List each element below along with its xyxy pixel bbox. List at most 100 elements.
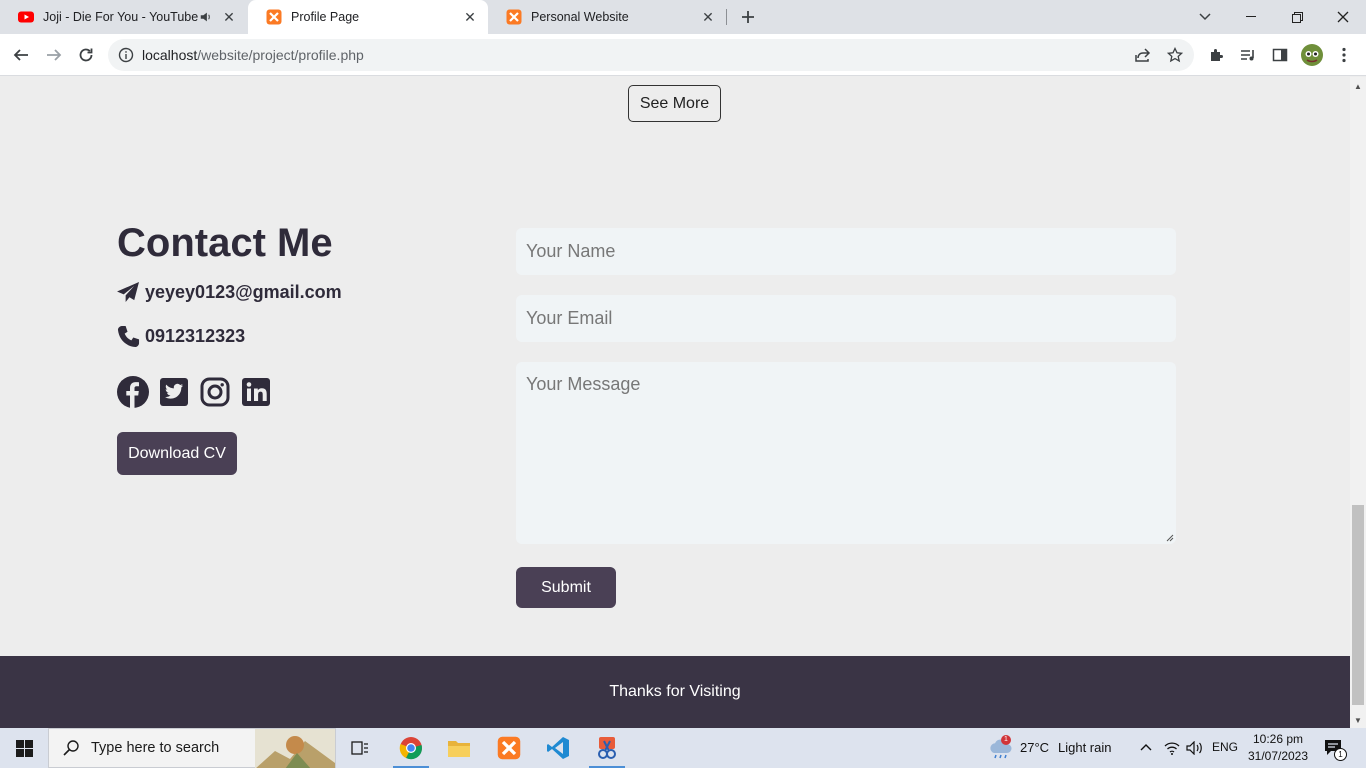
taskbar-clock[interactable]: 10:26 pm 31/07/2023 bbox=[1240, 731, 1316, 765]
new-tab-button[interactable] bbox=[736, 5, 760, 29]
taskbar-vscode[interactable] bbox=[534, 728, 582, 768]
scissors-icon bbox=[598, 737, 616, 759]
scroll-up-arrow[interactable]: ▲ bbox=[1350, 79, 1366, 93]
message-textarea[interactable] bbox=[516, 362, 1176, 544]
xampp-icon bbox=[266, 9, 282, 25]
close-tab-icon[interactable]: ✕ bbox=[700, 9, 716, 25]
menu-button[interactable] bbox=[1332, 43, 1356, 67]
info-icon[interactable] bbox=[118, 47, 134, 63]
search-highlight-image bbox=[255, 729, 335, 768]
restore-icon bbox=[1291, 11, 1303, 23]
search-placeholder: Type here to search bbox=[91, 740, 220, 756]
scroll-thumb[interactable] bbox=[1352, 505, 1364, 705]
close-tab-icon[interactable]: ✕ bbox=[221, 9, 237, 25]
taskbar-search[interactable]: Type here to search bbox=[48, 728, 336, 768]
email-text: yeyey0123@gmail.com bbox=[145, 282, 342, 302]
see-more-button[interactable]: See More bbox=[628, 85, 721, 122]
close-window-button[interactable] bbox=[1320, 0, 1366, 34]
tab-title: Profile Page bbox=[291, 10, 360, 24]
taskbar-snipping-tool[interactable] bbox=[583, 728, 631, 768]
volume-icon[interactable] bbox=[1186, 741, 1204, 755]
chevron-up-icon[interactable] bbox=[1140, 743, 1152, 751]
media-controls-button[interactable] bbox=[1236, 43, 1260, 67]
minimize-icon bbox=[1246, 16, 1256, 17]
tab-title: Personal Website bbox=[531, 10, 629, 24]
taskbar-file-explorer[interactable] bbox=[435, 728, 483, 768]
scroll-down-arrow[interactable]: ▼ bbox=[1350, 713, 1366, 727]
arrow-left-icon bbox=[13, 49, 28, 61]
xampp-icon bbox=[497, 736, 521, 760]
page-scrollbar[interactable]: ▲ ▼ bbox=[1350, 77, 1366, 728]
weather-badge: 1 bbox=[1001, 735, 1011, 745]
footer-text: Thanks for Visiting bbox=[609, 683, 741, 700]
start-button[interactable] bbox=[0, 728, 48, 768]
download-cv-button[interactable]: Download CV bbox=[117, 432, 237, 475]
tab-divider bbox=[726, 9, 727, 25]
weather-temp[interactable]: 27°C bbox=[1020, 740, 1049, 755]
share-icon[interactable] bbox=[1135, 47, 1151, 63]
facebook-icon[interactable] bbox=[117, 376, 149, 408]
playlist-icon bbox=[1241, 50, 1254, 61]
minimize-button[interactable] bbox=[1228, 0, 1274, 34]
taskbar-xampp[interactable] bbox=[485, 728, 533, 768]
notification-count: 1 bbox=[1334, 748, 1347, 761]
side-panel-icon bbox=[1272, 48, 1288, 62]
instagram-icon[interactable] bbox=[199, 376, 231, 408]
clock-date: 31/07/2023 bbox=[1247, 749, 1309, 763]
phone-icon bbox=[117, 325, 140, 348]
submit-button[interactable]: Submit bbox=[516, 567, 616, 608]
xampp-icon bbox=[506, 9, 522, 25]
windows-icon bbox=[15, 739, 33, 757]
url-host: localhost bbox=[142, 47, 198, 63]
folder-icon bbox=[448, 741, 470, 757]
contact-title: Contact Me bbox=[117, 221, 333, 265]
linkedin-icon[interactable] bbox=[240, 376, 272, 408]
url-text: localhost/website/project/profile.php bbox=[142, 47, 364, 63]
tab-youtube[interactable]: Joji - Die For You - YouTube ✕ bbox=[0, 0, 247, 34]
paper-plane-icon bbox=[117, 282, 139, 303]
close-icon bbox=[1337, 11, 1349, 23]
extensions-button[interactable] bbox=[1204, 43, 1228, 67]
twitter-icon[interactable] bbox=[158, 376, 190, 408]
reload-icon bbox=[79, 48, 93, 62]
wifi-icon[interactable] bbox=[1164, 741, 1180, 755]
youtube-icon bbox=[18, 11, 34, 23]
avatar bbox=[1301, 44, 1323, 66]
footer: Thanks for Visiting bbox=[0, 656, 1350, 728]
close-tab-icon[interactable]: ✕ bbox=[462, 9, 478, 25]
clock-time: 10:26 pm bbox=[1252, 732, 1304, 746]
task-view-button[interactable] bbox=[336, 728, 384, 768]
search-icon bbox=[63, 740, 79, 756]
page-viewport: See More Contact Me yeyey0123@gmail.com … bbox=[0, 77, 1350, 728]
profile-avatar-button[interactable] bbox=[1300, 43, 1324, 67]
contact-email: yeyey0123@gmail.com bbox=[117, 282, 342, 303]
social-links bbox=[117, 376, 281, 408]
weather-desc[interactable]: Light rain bbox=[1058, 740, 1111, 755]
speaker-icon[interactable] bbox=[199, 9, 215, 25]
forward-button[interactable] bbox=[42, 43, 66, 67]
phone-text: 0912312323 bbox=[145, 326, 246, 346]
puzzle-icon bbox=[1211, 49, 1223, 61]
tab-profile-page[interactable]: Profile Page ✕ bbox=[248, 0, 488, 34]
taskbar-chrome[interactable] bbox=[387, 728, 435, 768]
windows-taskbar: Type here to search 1 27°C Light rain EN… bbox=[0, 728, 1366, 768]
chevron-down-icon bbox=[1199, 13, 1211, 21]
address-bar[interactable]: localhost/website/project/profile.php bbox=[108, 39, 1194, 71]
name-input[interactable] bbox=[516, 228, 1176, 275]
tab-search-button[interactable] bbox=[1182, 0, 1228, 34]
star-icon[interactable] bbox=[1167, 47, 1183, 63]
tab-personal-website[interactable]: Personal Website ✕ bbox=[488, 0, 726, 34]
resize-grip-icon[interactable] bbox=[1164, 532, 1174, 542]
reload-button[interactable] bbox=[74, 43, 98, 67]
restore-button[interactable] bbox=[1274, 0, 1320, 34]
vscode-icon bbox=[547, 737, 569, 759]
language-indicator[interactable]: ENG bbox=[1212, 740, 1238, 754]
contact-phone: 0912312323 bbox=[117, 325, 245, 348]
kebab-menu-icon bbox=[1342, 47, 1346, 63]
back-button[interactable] bbox=[9, 43, 33, 67]
browser-toolbar: localhost/website/project/profile.php bbox=[0, 34, 1366, 76]
email-input[interactable] bbox=[516, 295, 1176, 342]
chrome-icon bbox=[399, 737, 422, 760]
arrow-right-icon bbox=[47, 49, 62, 61]
side-panel-button[interactable] bbox=[1268, 43, 1292, 67]
